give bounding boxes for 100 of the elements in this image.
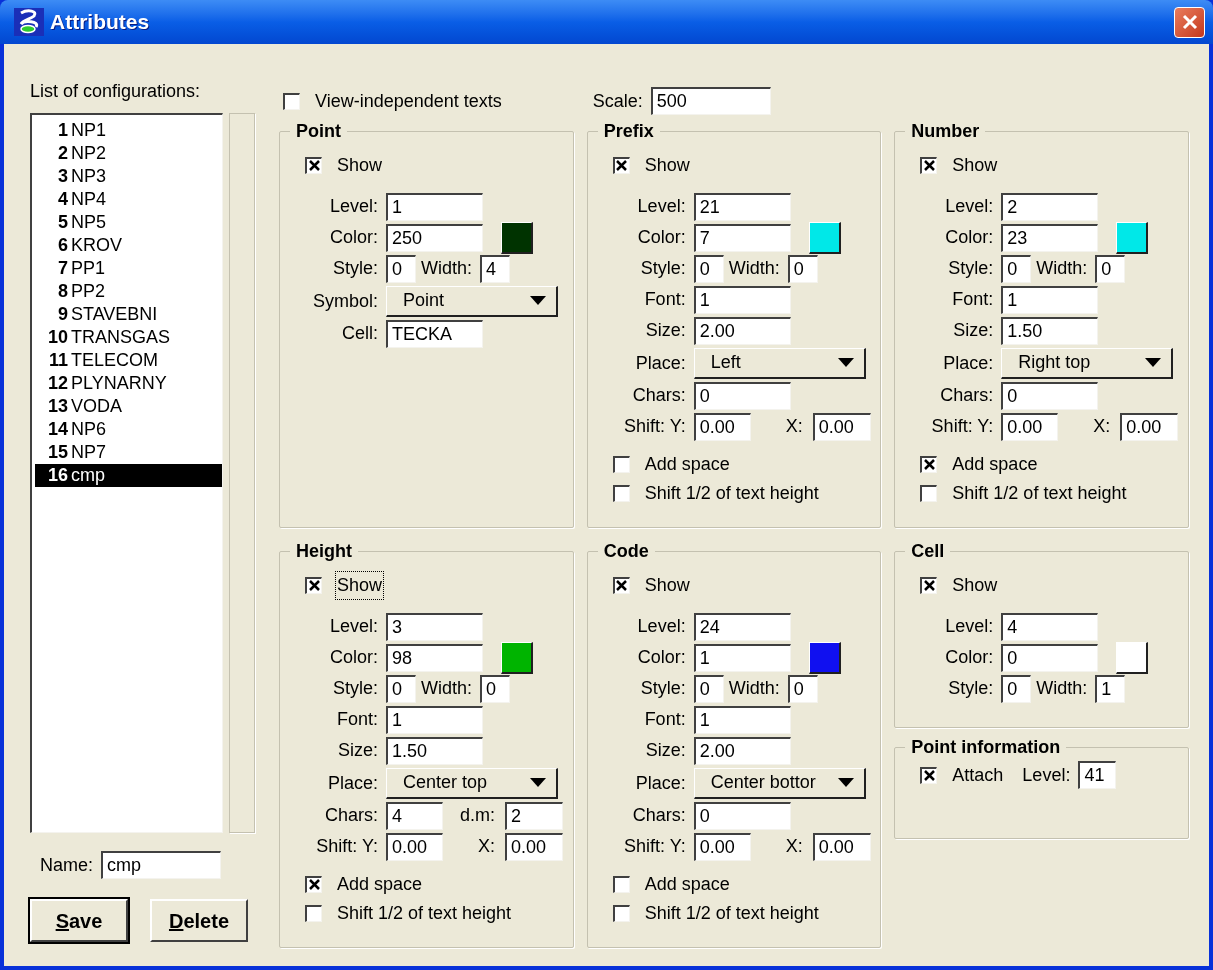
input-field[interactable]: 1 (386, 192, 483, 221)
input-field[interactable]: 1 (693, 705, 791, 734)
list-item[interactable]: 10 TRANSGAS (35, 326, 222, 349)
list-item[interactable]: 9 STAVEBNI (35, 303, 222, 326)
field-label: Font: (951, 288, 994, 311)
input-field[interactable]: 2 (505, 801, 563, 830)
input-field[interactable]: 4 (1001, 612, 1099, 641)
field-label: Width: (1036, 677, 1088, 700)
save-button[interactable]: Save (30, 899, 128, 942)
input-field[interactable]: 0 (693, 801, 791, 830)
input-field[interactable]: 21 (693, 192, 791, 221)
input-field[interactable]: 24 (693, 612, 791, 641)
list-item[interactable]: 13 VODA (35, 395, 222, 418)
checkbox[interactable] (305, 875, 322, 893)
close-button[interactable] (1174, 6, 1205, 38)
checkbox-label: Show (951, 153, 999, 177)
checkbox[interactable] (305, 576, 322, 594)
input-field[interactable]: 1 (386, 705, 483, 734)
input-field[interactable]: 4 (386, 801, 443, 830)
input-field[interactable]: 7 (693, 223, 791, 252)
configuration-list[interactable]: 1 NP1 2 NP2 3 NP3 4 NP4 5 NP5 6 KROV 7 PP1 8 PP2 9 STAVEBNI 10 TRANSGAS 11 TELECOM 12 PLYNARNY 13 VODA 14 NP6 15 NP7 16 cmp (30, 113, 223, 833)
dropdown[interactable]: Right top (1001, 347, 1174, 379)
field-label: Style: (331, 677, 378, 700)
input-field[interactable]: 23 (1001, 223, 1099, 252)
input-field[interactable]: 2.00 (693, 316, 791, 345)
dropdown[interactable]: Left (693, 347, 866, 379)
list-item[interactable]: 3 NP3 (35, 165, 222, 188)
input-field[interactable]: 0 (1001, 381, 1099, 410)
input-field[interactable]: 250 (386, 223, 483, 252)
dropdown[interactable]: Center top (386, 767, 558, 799)
list-item[interactable]: 15 NP7 (35, 441, 222, 464)
input-field[interactable]: 3 (386, 612, 483, 641)
checkbox[interactable] (305, 156, 322, 174)
checkbox[interactable] (612, 904, 630, 922)
input-field[interactable]: 0.00 (812, 412, 871, 441)
input-field[interactable]: 0 (386, 674, 416, 703)
list-item[interactable]: 2 NP2 (35, 142, 222, 165)
checkbox[interactable] (920, 455, 938, 473)
input-field[interactable]: cmp (101, 851, 221, 879)
color-swatch[interactable] (1116, 221, 1149, 254)
input-field[interactable]: 0 (1001, 254, 1032, 283)
checkbox[interactable] (920, 576, 938, 594)
input-field[interactable]: 0 (693, 674, 724, 703)
input-field[interactable]: 1 (1001, 285, 1099, 314)
input-field[interactable]: 0.00 (693, 412, 751, 441)
input-field[interactable]: 2.00 (693, 736, 791, 765)
color-swatch[interactable] (501, 221, 533, 254)
checkbox[interactable] (305, 904, 322, 922)
checkbox[interactable] (612, 455, 630, 473)
input-field[interactable]: TECKA (386, 319, 483, 348)
input-field[interactable]: 0 (693, 254, 724, 283)
list-item[interactable]: 6 KROV (35, 234, 222, 257)
list-item[interactable]: 1 NP1 (35, 119, 222, 142)
input-field[interactable]: 1.50 (386, 736, 483, 765)
color-swatch[interactable] (501, 641, 533, 674)
input-field[interactable]: 0 (1095, 254, 1126, 283)
input-field[interactable]: 0.00 (386, 832, 443, 861)
input-field[interactable]: 0 (1001, 674, 1032, 703)
list-item[interactable]: 5 NP5 (35, 211, 222, 234)
input-field[interactable]: 500 (650, 87, 771, 115)
checkbox[interactable] (283, 92, 300, 110)
list-item[interactable]: 16 cmp (35, 464, 222, 487)
input-field[interactable]: 1 (693, 285, 791, 314)
color-swatch[interactable] (808, 641, 841, 674)
input-field[interactable]: 2 (1001, 192, 1099, 221)
list-item[interactable]: 8 PP2 (35, 280, 222, 303)
input-field[interactable]: 0.00 (1001, 412, 1059, 441)
input-field[interactable]: 0.00 (505, 832, 563, 861)
input-field[interactable]: 98 (386, 643, 483, 672)
list-item[interactable]: 12 PLYNARNY (35, 372, 222, 395)
checkbox[interactable] (920, 156, 938, 174)
checkbox[interactable] (920, 766, 938, 784)
dropdown[interactable]: Center bottor (693, 767, 866, 799)
input-field[interactable]: 0.00 (812, 832, 871, 861)
list-item[interactable]: 11 TELECOM (35, 349, 222, 372)
input-field[interactable]: 4 (480, 254, 510, 283)
checkbox[interactable] (612, 484, 630, 502)
input-field[interactable]: 0 (787, 254, 818, 283)
color-swatch[interactable] (1116, 641, 1149, 674)
input-field[interactable]: 0 (386, 254, 416, 283)
list-item[interactable]: 4 NP4 (35, 188, 222, 211)
delete-button[interactable]: Delete (150, 899, 248, 942)
input-field[interactable]: 1 (693, 643, 791, 672)
input-field[interactable]: 0.00 (693, 832, 751, 861)
checkbox[interactable] (920, 484, 938, 502)
input-field[interactable]: 0 (787, 674, 818, 703)
checkbox[interactable] (612, 875, 630, 893)
input-field[interactable]: 0 (693, 381, 791, 410)
list-item[interactable]: 7 PP1 (35, 257, 222, 280)
checkbox[interactable] (612, 576, 630, 594)
input-field[interactable]: 0 (480, 674, 510, 703)
checkbox[interactable] (612, 156, 630, 174)
input-field[interactable]: 41 (1078, 761, 1117, 789)
input-field[interactable]: 0.00 (1120, 412, 1179, 441)
input-field[interactable]: 1.50 (1001, 316, 1099, 345)
input-field[interactable]: 0 (1001, 643, 1099, 672)
color-swatch[interactable] (808, 221, 841, 254)
dropdown[interactable]: Point (386, 285, 558, 317)
input-field[interactable]: 1 (1095, 674, 1126, 703)
list-item[interactable]: 14 NP6 (35, 418, 222, 441)
